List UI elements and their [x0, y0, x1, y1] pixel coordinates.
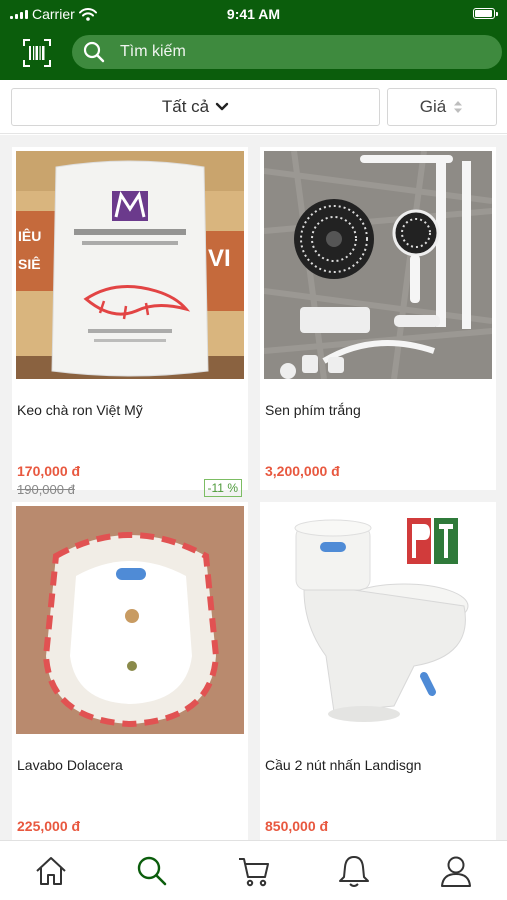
status-bar: Carrier 9:41 AM [0, 0, 507, 28]
product-card[interactable]: Lavabo Dolacera 225,000 đ [12, 502, 248, 840]
battery-icon [473, 8, 498, 19]
cart-icon[interactable] [236, 853, 272, 889]
product-price: 3,200,000 đ [265, 463, 340, 479]
barcode-scan-icon[interactable] [22, 38, 52, 68]
product-price: 170,000 đ [17, 463, 81, 479]
discount-badge: -11 % [203, 479, 242, 497]
product-image-toilet [264, 506, 492, 734]
status-time: 9:41 AM [226, 6, 281, 22]
category-filter-button[interactable]: Tất cả [11, 88, 380, 126]
search-icon [83, 41, 105, 63]
product-image-shower-set [264, 151, 492, 379]
chevron-down-icon [215, 102, 229, 111]
app-header: Carrier 9:41 AM Tìm kiếm [0, 0, 507, 80]
svg-text:IÊU: IÊU [18, 227, 41, 244]
product-card[interactable]: IÊU SIÊ VI Keo chà ron Việt Mỹ 170,000 đ… [12, 147, 248, 497]
product-name: Lavabo Dolacera [17, 757, 123, 773]
product-name: Sen phím trắng [265, 402, 361, 418]
search-icon[interactable] [134, 853, 170, 889]
bell-icon[interactable] [336, 853, 372, 889]
product-old-price: 190,000 đ [17, 482, 75, 497]
product-card[interactable]: Cầu 2 nút nhấn Landisgn 850,000 đ [260, 502, 496, 840]
filter-bar: Tất cả Giá [0, 80, 507, 134]
svg-text:VI: VI [208, 245, 231, 272]
home-icon[interactable] [33, 853, 69, 889]
bottom-tab-bar [0, 840, 507, 900]
price-sort-button[interactable]: Giá [387, 88, 497, 126]
category-filter-label: Tất cả [161, 97, 210, 116]
search-placeholder[interactable]: Tìm kiếm [120, 43, 186, 61]
product-price: 225,000 đ [17, 818, 81, 834]
svg-text:SIÊ: SIÊ [18, 255, 41, 272]
product-image-lavabo [16, 506, 244, 734]
product-price: 850,000 đ [265, 818, 329, 834]
product-name: Keo chà ron Việt Mỹ [17, 402, 143, 418]
search-bar[interactable]: Tìm kiếm [72, 35, 502, 69]
product-grid: IÊU SIÊ VI Keo chà ron Việt Mỹ 170,000 đ… [0, 135, 507, 840]
sort-icon [454, 101, 463, 113]
price-sort-label: Giá [419, 97, 447, 116]
product-name: Cầu 2 nút nhấn Landisgn [265, 757, 422, 773]
product-card[interactable]: Sen phím trắng 3,200,000 đ [260, 147, 496, 490]
product-image-tile-grout-bag: IÊU SIÊ VI [16, 151, 244, 379]
user-icon[interactable] [438, 853, 474, 889]
